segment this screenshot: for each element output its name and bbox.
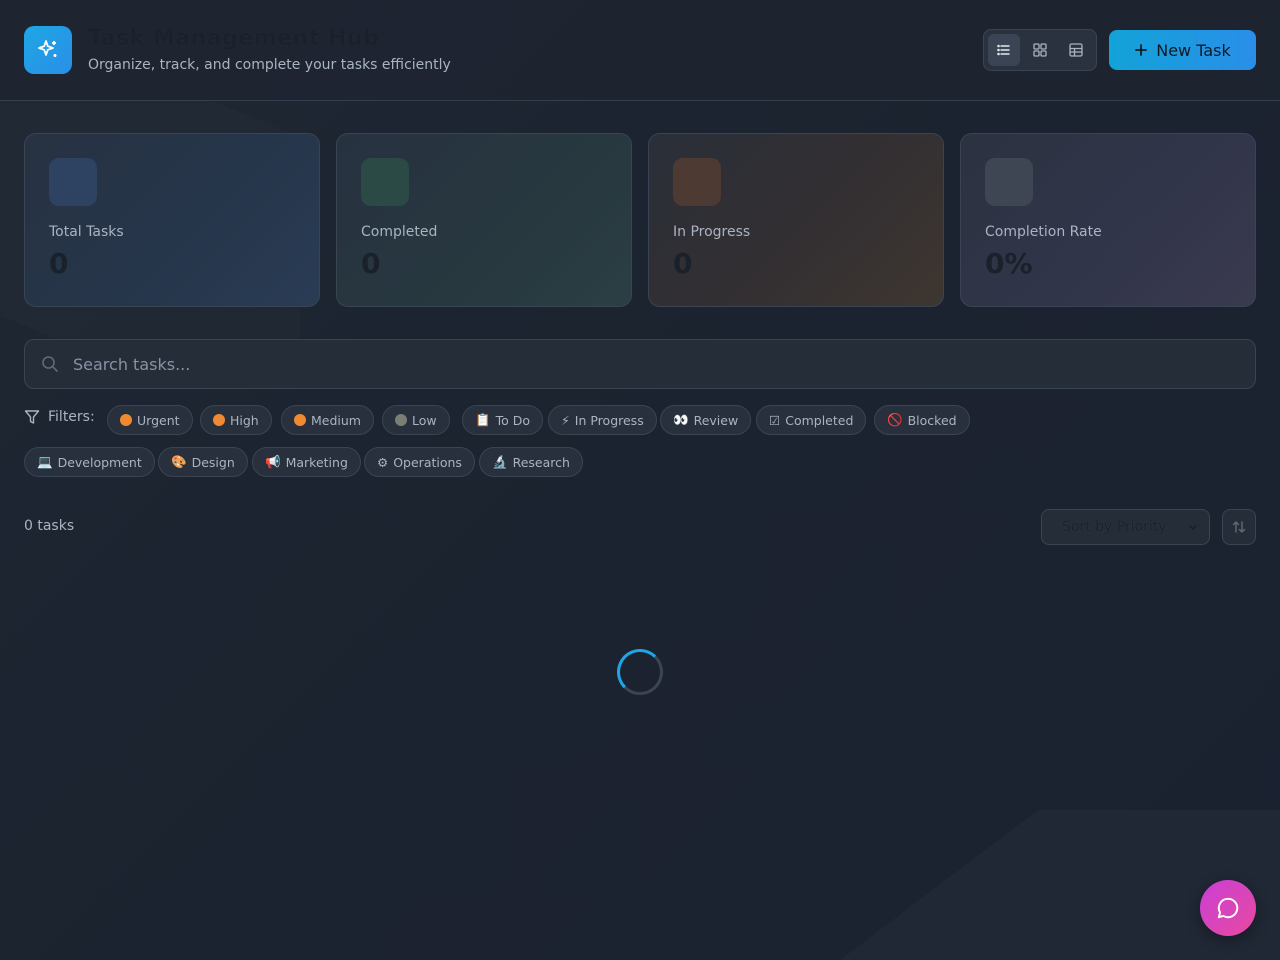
stat-card-completed: Completed 0 bbox=[336, 133, 632, 307]
grid-view-button[interactable] bbox=[1024, 34, 1056, 66]
filter-chip-design[interactable]: 🎨 Design bbox=[158, 447, 248, 477]
chat-bubble-icon bbox=[1217, 897, 1239, 919]
stat-card-in-progress: In Progress 0 bbox=[648, 133, 944, 307]
loading-spinner bbox=[617, 649, 663, 695]
chip-label: Urgent bbox=[137, 412, 180, 428]
filters-label-text: Filters: bbox=[48, 409, 95, 425]
app-header: Task Management Hub Organize, track, and… bbox=[0, 0, 1280, 101]
filter-chip-operations[interactable]: ⚙ Operations bbox=[364, 447, 475, 477]
stat-icon bbox=[673, 158, 721, 206]
sort-arrows-icon bbox=[1232, 521, 1246, 533]
filter-chip-review[interactable]: 👀 Review bbox=[660, 405, 752, 435]
grid-icon bbox=[1033, 43, 1047, 57]
stat-icon bbox=[361, 158, 409, 206]
low-dot-icon bbox=[395, 414, 407, 426]
stat-label: In Progress bbox=[673, 224, 751, 240]
stat-card-completion-rate: Completion Rate 0% bbox=[960, 133, 1256, 307]
list-icon bbox=[997, 44, 1010, 56]
new-task-label: New Task bbox=[1156, 40, 1231, 60]
chevron-down-icon bbox=[1188, 524, 1198, 531]
new-task-button[interactable]: New Task bbox=[1109, 30, 1256, 70]
filter-chip-research[interactable]: 🔬 Research bbox=[479, 447, 583, 477]
chip-label: Design bbox=[191, 454, 235, 470]
plus-icon bbox=[1135, 44, 1148, 56]
stat-icon bbox=[985, 158, 1033, 206]
blocked-icon: 🚫 bbox=[887, 412, 903, 427]
gear-icon: ⚙ bbox=[377, 454, 389, 470]
eyes-icon: 👀 bbox=[673, 412, 689, 427]
task-count: 0 tasks bbox=[24, 518, 75, 534]
lightning-icon: ⚡ bbox=[561, 412, 570, 428]
filters-label: Filters: bbox=[24, 409, 95, 425]
sort-select-value: Sort by Priority bbox=[1062, 519, 1167, 535]
microscope-icon: 🔬 bbox=[492, 454, 508, 469]
app-subtitle: Organize, track, and complete your tasks… bbox=[88, 57, 451, 73]
chip-label: Operations bbox=[393, 454, 462, 470]
table-icon bbox=[1069, 43, 1083, 57]
sparkles-icon bbox=[24, 26, 72, 74]
list-view-button[interactable] bbox=[988, 34, 1020, 66]
chip-label: Review bbox=[693, 412, 739, 428]
chip-label: In Progress bbox=[574, 412, 644, 428]
high-dot-icon bbox=[213, 414, 225, 426]
filter-chip-marketing[interactable]: 📢 Marketing bbox=[252, 447, 361, 477]
filter-icon bbox=[24, 410, 40, 424]
chip-label: Medium bbox=[311, 412, 361, 428]
filter-chip-low[interactable]: Low bbox=[382, 405, 450, 435]
clipboard-icon: 📋 bbox=[475, 412, 491, 427]
chip-label: High bbox=[230, 412, 259, 428]
palette-icon: 🎨 bbox=[171, 454, 187, 469]
filter-chip-development[interactable]: 💻 Development bbox=[24, 447, 155, 477]
search-input[interactable] bbox=[73, 340, 1243, 388]
checkbox-icon: ☑ bbox=[769, 412, 781, 428]
chip-label: Blocked bbox=[907, 412, 957, 428]
stat-value: 0 bbox=[673, 247, 693, 280]
chip-label: Research bbox=[512, 454, 570, 470]
stat-icon bbox=[49, 158, 97, 206]
stat-label: Completed bbox=[361, 224, 438, 240]
chip-label: Low bbox=[412, 412, 437, 428]
sort-select[interactable]: Sort by Priority bbox=[1041, 509, 1210, 545]
filter-chip-to-do[interactable]: 📋 To Do bbox=[462, 405, 543, 435]
chip-label: Completed bbox=[785, 412, 854, 428]
laptop-icon: 💻 bbox=[37, 454, 53, 469]
stat-label: Total Tasks bbox=[49, 224, 124, 240]
chip-label: Marketing bbox=[285, 454, 348, 470]
chip-label: To Do bbox=[495, 412, 530, 428]
urgent-dot-icon bbox=[120, 414, 132, 426]
chip-label: Development bbox=[57, 454, 142, 470]
stat-value: 0 bbox=[361, 247, 381, 280]
app-title: Task Management Hub bbox=[88, 26, 380, 51]
stat-label: Completion Rate bbox=[985, 224, 1102, 240]
filter-chip-in-progress[interactable]: ⚡ In Progress bbox=[548, 405, 657, 435]
medium-dot-icon bbox=[294, 414, 306, 426]
stat-value: 0% bbox=[985, 247, 1033, 280]
filter-chip-blocked[interactable]: 🚫 Blocked bbox=[874, 405, 970, 435]
megaphone-icon: 📢 bbox=[265, 454, 281, 469]
filter-chip-completed[interactable]: ☑ Completed bbox=[756, 405, 867, 435]
filter-chip-urgent[interactable]: Urgent bbox=[107, 405, 193, 435]
table-view-button[interactable] bbox=[1060, 34, 1092, 66]
stat-value: 0 bbox=[49, 247, 69, 280]
stat-card-total: Total Tasks 0 bbox=[24, 133, 320, 307]
view-toggle bbox=[983, 29, 1097, 71]
search-icon bbox=[41, 355, 59, 377]
filter-chip-medium[interactable]: Medium bbox=[281, 405, 374, 435]
filter-chip-high[interactable]: High bbox=[200, 405, 272, 435]
search-box bbox=[24, 339, 1256, 389]
chat-button[interactable] bbox=[1200, 880, 1256, 936]
sort-direction-button[interactable] bbox=[1222, 509, 1256, 545]
